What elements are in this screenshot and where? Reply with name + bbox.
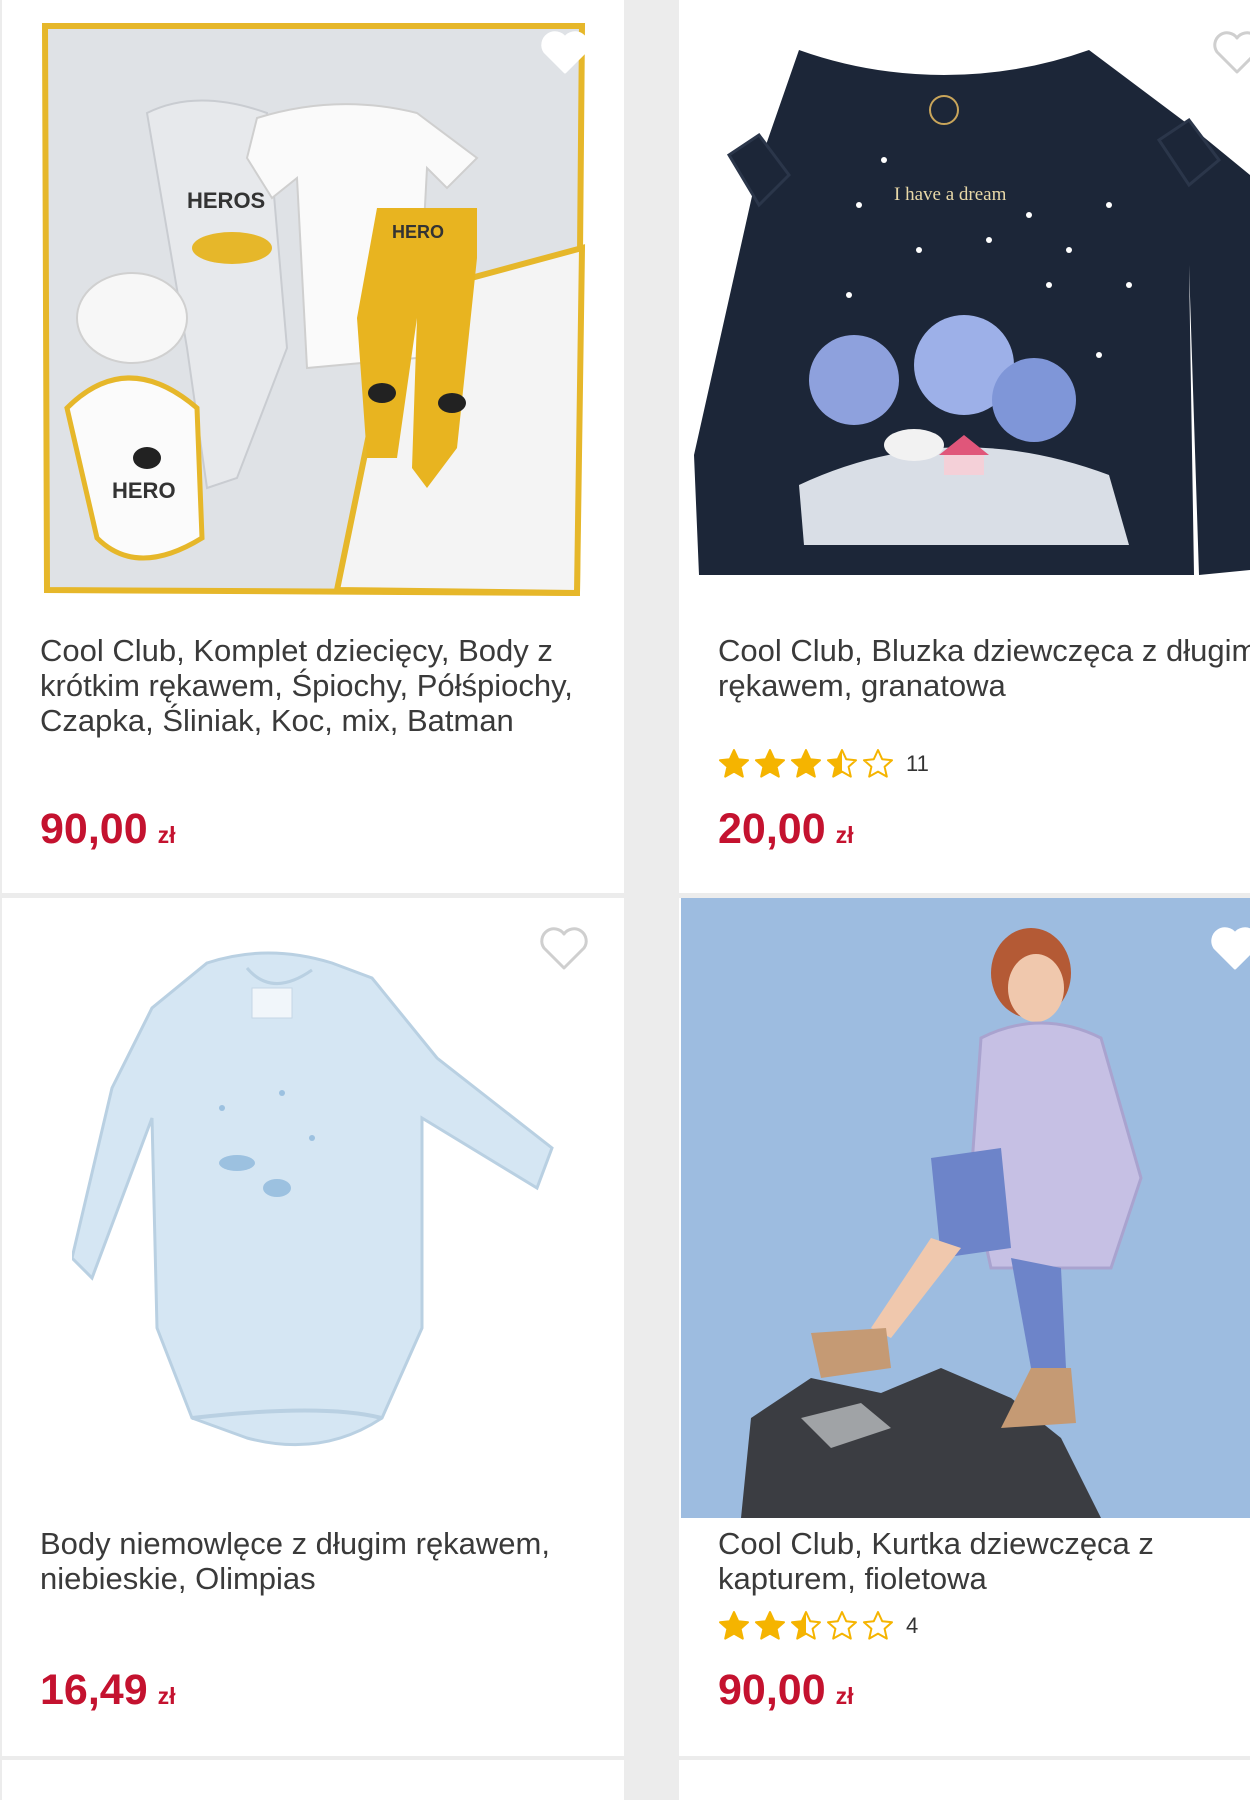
- star-full-icon: [755, 1611, 785, 1640]
- currency-label: zł: [835, 1683, 854, 1709]
- product-grid: HEROS HERO HERO Cool Club, Komplet dziec…: [0, 0, 1250, 1800]
- price-value: 20,00: [718, 805, 826, 853]
- star-empty-icon: [827, 1611, 857, 1640]
- product-title[interactable]: Cool Club, Kurtka dziewczęca z kapturem,…: [718, 1526, 1250, 1596]
- rating-count: 4: [906, 1613, 919, 1638]
- star-empty-icon: [863, 1611, 893, 1640]
- star-half-icon: [791, 1611, 821, 1640]
- price-value: 90,00: [718, 1666, 826, 1714]
- price-value: 16,49: [40, 1666, 148, 1714]
- batman-baby-set-image[interactable]: HEROS HERO HERO: [37, 18, 587, 598]
- star-full-icon: [719, 1611, 749, 1640]
- light-blue-bodysuit-image[interactable]: [72, 948, 562, 1468]
- product-title[interactable]: Body niemowlęce z długim rękawem, niebie…: [40, 1526, 580, 1596]
- product-price: 90,00 zł: [718, 1666, 854, 1715]
- product-price: 20,00 zł: [718, 805, 854, 854]
- product-price: 16,49 zł: [40, 1666, 176, 1715]
- rating: 4: [718, 1610, 918, 1642]
- star-full-icon: [791, 749, 821, 778]
- rating-stars: [718, 748, 898, 780]
- product-card[interactable]: [679, 1760, 1250, 1800]
- star-full-icon: [755, 749, 785, 778]
- rating: 11: [718, 748, 929, 780]
- product-price: 90,00 zł: [40, 805, 176, 854]
- product-card[interactable]: HEROS HERO HERO Cool Club, Komplet dziec…: [2, 0, 624, 893]
- star-empty-icon: [863, 749, 893, 778]
- rating-stars: [718, 1610, 898, 1642]
- rating-count: 11: [906, 751, 929, 776]
- heart-icon[interactable]: [539, 30, 591, 76]
- heart-icon[interactable]: [1211, 30, 1250, 76]
- currency-label: zł: [157, 822, 176, 848]
- heart-icon[interactable]: [1209, 926, 1250, 972]
- print-text: I have a dream: [894, 184, 1007, 205]
- star-half-icon: [827, 749, 857, 778]
- heart-icon[interactable]: [538, 926, 590, 972]
- girl-purple-jacket-image[interactable]: [681, 898, 1250, 1518]
- product-card[interactable]: [2, 1760, 624, 1800]
- price-value: 90,00: [40, 805, 148, 853]
- product-card[interactable]: Body niemowlęce z długim rękawem, niebie…: [2, 898, 624, 1756]
- product-card[interactable]: Cool Club, Kurtka dziewczęca z kapturem,…: [679, 898, 1250, 1756]
- product-title[interactable]: Cool Club, Komplet dziecięcy, Body z kró…: [40, 633, 580, 738]
- navy-long-sleeve-top-image[interactable]: I have a dream: [689, 35, 1250, 590]
- product-card[interactable]: I have a dream Cool Club, Bluzka dziewcz…: [679, 0, 1250, 893]
- product-title[interactable]: Cool Club, Bluzka dziewczęca z długim rę…: [718, 633, 1250, 703]
- svg-text:HERO: HERO: [112, 478, 176, 503]
- currency-label: zł: [835, 822, 854, 848]
- svg-text:HERO: HERO: [392, 222, 444, 242]
- currency-label: zł: [157, 1683, 176, 1709]
- svg-text:HEROS: HEROS: [187, 188, 265, 213]
- star-full-icon: [719, 749, 749, 778]
